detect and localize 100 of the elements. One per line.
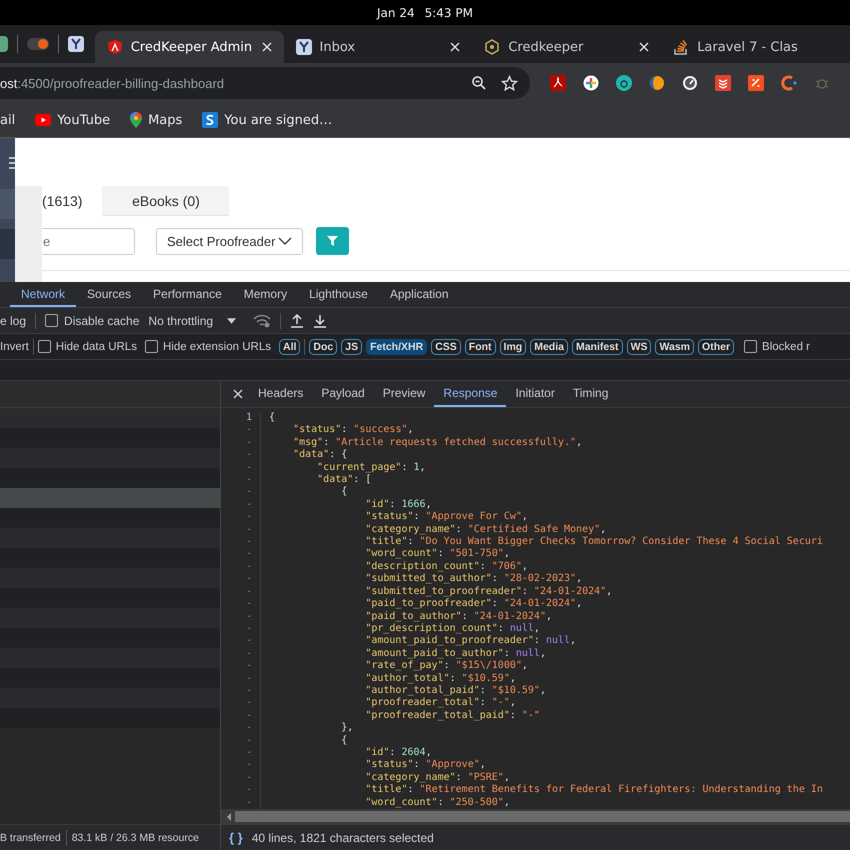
type-filter-chip[interactable]: Other: [698, 338, 734, 354]
code-line: "status": "Approve For Cw",: [364, 511, 528, 524]
close-icon[interactable]: [262, 42, 272, 52]
app-icon[interactable]: [0, 36, 8, 52]
toggle-icon[interactable]: [27, 38, 49, 50]
bookmark[interactable]: YouTube: [35, 112, 110, 128]
bracket-icon[interactable]: [781, 75, 797, 91]
bookmark[interactable]: You are signed…: [202, 112, 332, 128]
code-line: "description_count": "706",: [364, 560, 528, 573]
devtools-tab[interactable]: Sources: [76, 282, 142, 307]
line-number: -: [221, 498, 261, 512]
plus-icon[interactable]: [583, 75, 599, 91]
logo-icon: [296, 39, 312, 55]
download-icon[interactable]: [313, 314, 328, 328]
moon-icon[interactable]: [649, 75, 665, 91]
type-filter-chip[interactable]: Font: [464, 338, 496, 354]
line-number: -: [221, 784, 261, 797]
devtools-tab[interactable]: Memory: [232, 282, 298, 307]
logo-icon[interactable]: [68, 36, 84, 52]
address-bar[interactable]: ost:4500/proofreader-billing-dashboard: [0, 67, 530, 99]
zoom-icon[interactable]: [471, 75, 487, 91]
line-number: -: [221, 710, 261, 722]
detail-tab[interactable]: Payload: [312, 381, 374, 407]
browser-tab[interactable]: Inbox: [284, 31, 472, 63]
type-filter-chip[interactable]: Doc: [309, 338, 338, 354]
filter-checkbox[interactable]: Hide data URLs: [38, 340, 137, 353]
line-number: -: [221, 436, 261, 450]
close-icon[interactable]: [450, 42, 460, 52]
line-number: -: [221, 635, 261, 648]
close-icon[interactable]: [233, 389, 243, 399]
type-filter-chip[interactable]: WS: [626, 338, 652, 354]
horizontal-scrollbar[interactable]: [221, 809, 850, 824]
devtools-tab[interactable]: Lighthouse: [298, 282, 379, 307]
clock-time: 5:43 PM: [424, 6, 473, 20]
type-filter-chip[interactable]: Media: [530, 338, 568, 354]
wifi-icon[interactable]: [253, 314, 272, 328]
devtools-tab[interactable]: Application: [378, 282, 460, 307]
bookmark[interactable]: Maps: [130, 112, 182, 128]
code-line: "word_count": "250-500",: [364, 796, 510, 809]
detail-tab[interactable]: Timing: [564, 381, 618, 407]
format-icon[interactable]: { }: [229, 830, 243, 845]
upload-icon[interactable]: [290, 314, 304, 328]
circle-icon[interactable]: [616, 75, 632, 91]
code-line: "category_name": "Certified Safe Money",: [364, 524, 606, 536]
badge-icon: [202, 112, 218, 128]
code-line: "paid_to_proofreader": "24-01-2024",: [364, 598, 582, 610]
stack-icon: [673, 39, 690, 55]
page-tab[interactable]: eBooks (0): [102, 186, 230, 216]
close-icon[interactable]: [639, 42, 650, 52]
type-filter-chip[interactable]: Img: [500, 338, 526, 354]
type-filter-chip[interactable]: CSS: [431, 338, 461, 354]
detail-tab[interactable]: Preview: [374, 381, 434, 407]
code-line: },: [340, 722, 354, 735]
code-line: "submitted_to_proofreader": "24-01-2024",: [364, 586, 612, 598]
line-number: -: [221, 746, 261, 760]
devtools-tab[interactable]: Performance: [142, 282, 233, 307]
browser-tab[interactable]: CredKeeper Admin: [94, 31, 284, 63]
type-filter-chip[interactable]: JS: [341, 338, 362, 354]
tab-title: Inbox: [320, 40, 356, 54]
line-number: -: [221, 622, 261, 636]
line-number: -: [221, 573, 261, 586]
gauge-icon[interactable]: [682, 75, 698, 91]
pdf-icon[interactable]: [550, 75, 566, 91]
tab-title: Credkeeper: [508, 40, 584, 54]
code-line: "msg": "Article requests fetched successfully.",: [292, 436, 582, 449]
disable-cache-checkbox[interactable]: Disable cache: [45, 314, 140, 328]
code-line: "id": 2604,: [364, 746, 432, 760]
filter-checkbox[interactable]: Hide extension URLs: [144, 340, 271, 353]
code-line: "paid_to_author": "24-01-2024",: [364, 610, 552, 623]
detail-tab[interactable]: Initiator: [506, 381, 564, 407]
code-line: "status": "success",: [292, 424, 414, 437]
line-number: -: [221, 648, 261, 660]
type-filter-chip[interactable]: Fetch/XHR: [366, 338, 428, 354]
url-text: ost:4500/proofreader-billing-dashboard: [0, 76, 226, 90]
detail-tab[interactable]: Headers: [249, 381, 312, 407]
line-number: 1: [221, 412, 261, 424]
code-line: "author_total": "$10.59",: [364, 672, 516, 685]
detail-tab[interactable]: Response: [434, 381, 506, 407]
line-number: -: [221, 536, 261, 548]
search-field[interactable]: e: [42, 228, 135, 254]
type-filter-chip[interactable]: All: [278, 338, 300, 354]
code-line: "submitted_to_author": "28-02-2023",: [364, 573, 582, 586]
caret-icon: [227, 318, 236, 324]
type-filter-chip[interactable]: Manifest: [572, 338, 623, 354]
blocked-checkbox[interactable]: Blocked r: [744, 340, 810, 353]
preserve-log-label: e log: [0, 314, 26, 328]
throttling-dropdown[interactable]: No throttling: [148, 314, 236, 328]
code-line: "word_count": "501-750",: [364, 548, 510, 561]
type-filter-chip[interactable]: Wasm: [655, 338, 694, 354]
browser-tab[interactable]: Laravel 7 - Clas: [661, 31, 850, 63]
line-number: -: [221, 772, 261, 784]
star-icon[interactable]: [501, 74, 518, 92]
line-number: -: [221, 486, 261, 499]
code-line: "category_name": "PSRE",: [364, 772, 510, 784]
bookmark[interactable]: ail: [0, 112, 16, 128]
filter-button[interactable]: [316, 227, 349, 255]
browser-tab[interactable]: Credkeeper: [472, 31, 662, 63]
chevron-icon: [278, 237, 292, 245]
menu-icon[interactable]: [9, 157, 15, 169]
proofreader-select[interactable]: Select Proofreader: [156, 228, 303, 254]
